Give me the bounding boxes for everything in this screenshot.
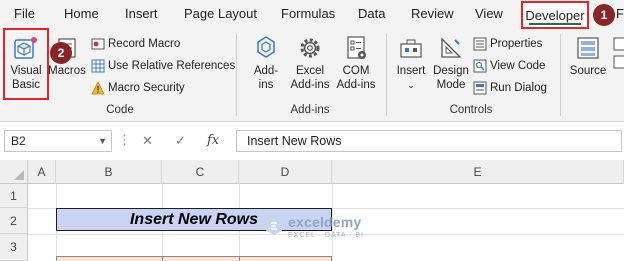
menu-insert[interactable]: Insert [125, 6, 158, 21]
formula-bar: B2 ▼ ⋮ ✕ ✓ fx Insert New Rows [0, 126, 624, 156]
cancel-icon[interactable]: ✕ [142, 133, 153, 149]
table-header-cell[interactable] [162, 256, 239, 261]
com-add-ins-label-2: Add-ins [336, 79, 376, 91]
design-mode-button[interactable]: Design Mode [432, 34, 470, 92]
add-ins-button[interactable]: Add- ins [246, 34, 286, 92]
relative-references-button[interactable]: Use Relative References [91, 57, 235, 75]
toolbox-icon [400, 39, 422, 58]
menu-data[interactable]: Data [358, 6, 385, 21]
source-button[interactable]: Source [566, 34, 610, 78]
menu-next-partial[interactable]: F [616, 6, 624, 21]
gear-icon [300, 38, 320, 58]
com-add-ins-button[interactable]: COM Add-ins [334, 34, 378, 92]
menu-view[interactable]: View [475, 6, 503, 21]
formula-value: Insert New Rows [247, 134, 342, 148]
column-header-b[interactable]: B [56, 160, 162, 184]
insert-function-icon[interactable]: fx [207, 133, 219, 148]
watermark-name: exceldemy [288, 214, 362, 230]
record-macro-button[interactable]: Record Macro [91, 35, 180, 53]
view-code-icon [473, 59, 487, 73]
menu-formulas[interactable]: Formulas [281, 6, 335, 21]
table-header-cell[interactable] [56, 256, 162, 261]
warning-icon [91, 81, 105, 95]
name-box[interactable]: B2 ▼ [4, 130, 112, 152]
record-macro-label: Record Macro [108, 38, 181, 50]
row-header-2[interactable]: 2 [0, 208, 28, 234]
exceldemy-logo-icon [266, 217, 282, 235]
insert-control-label: Insert [396, 65, 426, 77]
view-code-button[interactable]: View Code [473, 57, 545, 75]
view-code-label: View Code [490, 60, 546, 72]
chevron-down-icon: ⌄ [407, 80, 415, 90]
com-add-ins-icon [347, 36, 366, 59]
xml-map-icon [613, 37, 624, 69]
menu-file[interactable]: File [14, 6, 35, 21]
active-tab-underline [529, 23, 581, 25]
menu-review[interactable]: Review [411, 6, 454, 21]
properties-button[interactable]: Properties [473, 35, 542, 53]
ribbon: Visual Basic Macros Record Macro Use Rel… [0, 30, 624, 122]
menu-home[interactable]: Home [64, 6, 99, 21]
xml-source-icon [577, 37, 599, 59]
table-header-cell[interactable] [239, 256, 332, 261]
group-separator [386, 34, 387, 116]
relative-references-icon [91, 59, 105, 73]
design-mode-icon [441, 37, 462, 58]
source-label: Source [569, 65, 607, 77]
column-header-d[interactable]: D [239, 160, 332, 184]
name-box-value: B2 [11, 134, 26, 148]
properties-label: Properties [490, 38, 543, 50]
group-separator [236, 34, 237, 116]
chevron-down-icon[interactable]: ▼ [98, 131, 107, 151]
run-dialog-label: Run Dialog [490, 82, 547, 94]
menu-bar: File Home Insert Page Layout Formulas Da… [0, 0, 624, 30]
menu-page-layout[interactable]: Page Layout [184, 6, 257, 21]
excel-add-ins-label-2: Add-ins [290, 79, 330, 91]
step-badge-2: 2 [50, 42, 72, 64]
column-header-e[interactable]: E [332, 160, 624, 184]
macros-label: Macros [48, 65, 86, 77]
macro-security-button[interactable]: Macro Security [91, 79, 185, 97]
menu-developer-label: Developer [525, 8, 585, 23]
design-mode-label-1: Design [433, 65, 469, 77]
column-header-c[interactable]: C [162, 160, 239, 184]
excel-add-ins-button[interactable]: Excel Add-ins [288, 34, 332, 92]
formula-input[interactable]: Insert New Rows [236, 130, 622, 152]
watermark-tagline: EXCEL · DATA · BI [288, 232, 364, 239]
column-header-a[interactable]: A [28, 160, 56, 184]
menu-developer[interactable]: Developer [521, 1, 589, 29]
group-separator [560, 34, 561, 116]
record-macro-icon [91, 38, 105, 50]
relative-references-label: Use Relative References [108, 60, 236, 72]
controls-group-label: Controls [449, 104, 493, 116]
row-header-1[interactable]: 1 [0, 184, 28, 208]
row-header-3[interactable]: 3 [0, 234, 28, 261]
add-ins-label-2: ins [258, 79, 274, 91]
add-ins-group-label: Add-ins [290, 104, 330, 116]
drag-handle-icon[interactable]: ⋮ [118, 132, 131, 148]
enter-icon[interactable]: ✓ [175, 133, 186, 149]
add-ins-label-1: Add- [253, 65, 279, 77]
insert-control-button[interactable]: Insert ⌄ [392, 34, 430, 92]
excel-add-ins-label-1: Excel [295, 65, 325, 77]
code-group-label: Code [106, 104, 134, 116]
macro-security-label: Macro Security [108, 82, 185, 94]
com-add-ins-label-1: COM [342, 65, 370, 77]
run-dialog-icon [473, 81, 487, 95]
add-ins-icon [257, 36, 275, 58]
run-dialog-button[interactable]: Run Dialog [473, 79, 547, 97]
visual-basic-highlight [3, 28, 49, 100]
select-all-button[interactable] [0, 160, 28, 184]
design-mode-label-2: Mode [436, 79, 466, 91]
step-badge-1: 1 [593, 4, 615, 26]
properties-icon [473, 37, 487, 51]
